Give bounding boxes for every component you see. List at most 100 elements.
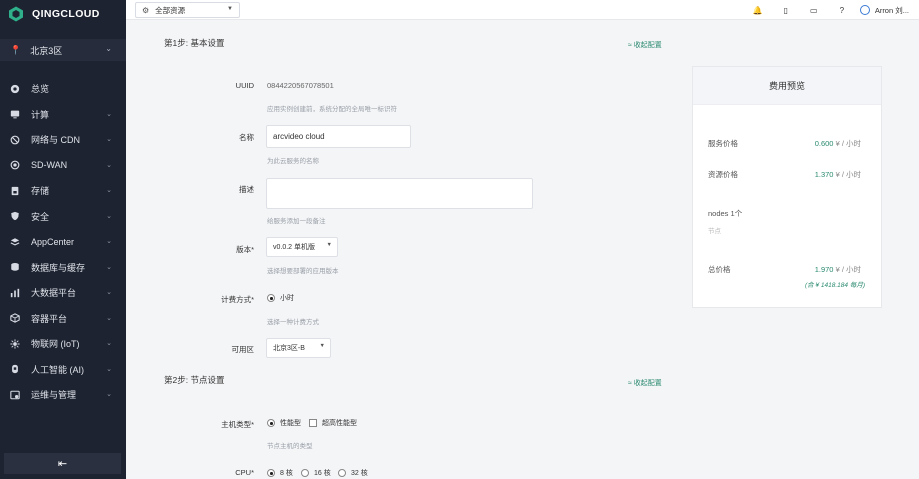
- version-hint: 选择想要部署的应用版本: [267, 268, 339, 275]
- total-price-value: 1.970 ¥ / 小时: [815, 264, 861, 275]
- resource-select-label: 全部资源: [155, 5, 186, 15]
- description-label: 描述: [239, 185, 254, 194]
- sidebar-item-label: 总览: [31, 84, 50, 95]
- host-type-radio-performance[interactable]: 性能型: [267, 418, 301, 428]
- host-type-hint: 节点主机的类型: [267, 443, 313, 450]
- resource-price-row: 资源价格 1.370 ¥ / 小时: [708, 169, 861, 180]
- document-icon[interactable]: ▯: [772, 6, 800, 15]
- cpu-radio-8[interactable]: 8 核: [267, 468, 293, 478]
- nodes-note: 节点: [708, 228, 721, 235]
- resource-select[interactable]: ⚙ 全部资源 ▼: [135, 2, 240, 18]
- cpu-radio-16[interactable]: 16 核: [301, 468, 331, 478]
- description-textarea[interactable]: [266, 178, 533, 209]
- step1-title: 第1步: 基本设置: [164, 38, 225, 48]
- service-price-unit: ¥ / 小时: [835, 139, 861, 148]
- cpu-radio-32[interactable]: 32 核: [338, 468, 368, 478]
- uuid-value: 0844220567078501: [267, 81, 334, 90]
- notification-bell-icon[interactable]: 🔔: [744, 6, 772, 15]
- sidebar: QINGCLOUD 📍 北京3区 ⌄ 总览 计算 ⌄ 网络与 CDN ⌄ SD-WAN ⌄ 存…: [0, 0, 126, 479]
- sidebar-item-iot[interactable]: 物联网 (IoT) ⌄: [0, 331, 126, 357]
- version-select[interactable]: v0.0.2 单机版 ▼: [266, 237, 338, 257]
- checkbox-icon: [309, 419, 317, 427]
- main-content: 第1步: 基本设置 ≈ 收起配置 UUID 0844220567078501 应…: [126, 20, 919, 479]
- sidebar-item-label: 安全: [31, 211, 50, 222]
- chevron-down-icon: ⌄: [106, 161, 112, 169]
- network-icon: [9, 134, 20, 145]
- total-price-amount: 1.970: [814, 265, 834, 274]
- sidebar-item-label: 人工智能 (AI): [31, 364, 84, 375]
- location-pin-icon: 📍: [10, 44, 22, 55]
- sidebar-item-label: 物联网 (IoT): [31, 339, 80, 350]
- help-icon[interactable]: ?: [828, 6, 856, 15]
- region-label: 北京3区: [30, 45, 63, 56]
- total-price-unit: ¥ / 小时: [835, 265, 861, 274]
- container-icon: [9, 313, 20, 324]
- sidebar-item-monitor[interactable]: 计算 ⌄: [0, 102, 126, 128]
- radio-selected-icon: [267, 469, 275, 477]
- step2-title: 第2步: 节点设置: [164, 375, 225, 385]
- name-hint: 为此云服务的名称: [267, 158, 319, 165]
- cost-preview-panel: 费用预览 服务价格 0.600 ¥ / 小时 资源价格 1.370 ¥ / 小时…: [692, 66, 882, 308]
- chevron-down-icon: ⌄: [106, 314, 112, 322]
- nodes-label: nodes 1个: [708, 209, 743, 218]
- host-type-checkbox-ultra[interactable]: 超高性能型: [309, 418, 357, 428]
- name-label: 名称: [239, 133, 254, 142]
- version-select-value: v0.0.2 单机版: [273, 244, 316, 251]
- sidebar-item-storage[interactable]: 存储 ⌄: [0, 178, 126, 204]
- sidebar-item-ai[interactable]: 人工智能 (AI) ⌄: [0, 357, 126, 383]
- chevron-down-icon: ⌄: [106, 263, 112, 271]
- step2-collapse-link[interactable]: ≈ 收起配置: [628, 378, 662, 388]
- cpu-option2-label: 16 核: [314, 470, 331, 477]
- service-price-amount: 0.600: [814, 139, 834, 148]
- shield-icon: [9, 211, 20, 222]
- radio-unselected-icon: [301, 469, 309, 477]
- caret-down-icon: ▼: [227, 6, 233, 12]
- collapse-icon: ⇤: [57, 458, 68, 470]
- sidebar-item-layers[interactable]: AppCenter ⌄: [0, 229, 126, 255]
- sidebar-nav: 总览 计算 ⌄ 网络与 CDN ⌄ SD-WAN ⌄ 存储 ⌄ 安全 ⌄ AppCenter ⌄ 数据库与…: [0, 76, 126, 408]
- service-price-row: 服务价格 0.600 ¥ / 小时: [708, 138, 861, 149]
- sidebar-item-label: 容器平台: [31, 313, 68, 324]
- sidebar-item-container[interactable]: 容器平台 ⌄: [0, 306, 126, 332]
- cpu-option1-label: 8 核: [280, 470, 293, 477]
- chevron-down-icon: ⌄: [106, 238, 112, 245]
- user-name: Arron 刘...: [874, 5, 909, 15]
- brand-logo[interactable]: QINGCLOUD: [0, 0, 126, 28]
- service-price-value: 0.600 ¥ / 小时: [815, 138, 861, 149]
- chevron-down-icon: ⌄: [106, 212, 112, 220]
- radio-selected-icon: [267, 419, 275, 427]
- zone-select[interactable]: 北京3区-B ▼: [266, 338, 331, 358]
- region-selector[interactable]: 📍 北京3区 ⌄: [0, 39, 126, 61]
- sidebar-item-label: 运维与管理: [31, 390, 77, 401]
- billing-label: 计费方式*: [221, 295, 254, 304]
- description-hint: 给服务添加一段备注: [267, 218, 326, 225]
- ticket-icon[interactable]: ▭: [800, 6, 828, 15]
- sidebar-item-database[interactable]: 数据库与缓存 ⌄: [0, 255, 126, 281]
- monthly-price: (合 ¥ 1418.184 每月): [805, 282, 865, 289]
- avatar: [859, 5, 870, 15]
- user-menu[interactable]: Arron 刘...: [856, 5, 919, 16]
- sidebar-item-bar-chart[interactable]: 大数据平台 ⌄: [0, 280, 126, 306]
- host-type-option2-label: 超高性能型: [322, 420, 357, 427]
- resource-price-label: 资源价格: [708, 170, 738, 179]
- sidebar-item-label: 存储: [31, 186, 50, 197]
- sidebar-item-network[interactable]: 网络与 CDN ⌄: [0, 127, 126, 153]
- sidebar-item-label: AppCenter: [31, 236, 75, 247]
- name-input[interactable]: arcvideo cloud: [266, 125, 411, 148]
- caret-down-icon: ▼: [319, 343, 325, 349]
- radio-unselected-icon: [338, 469, 346, 477]
- zone-select-value: 北京3区-B: [273, 345, 305, 352]
- sidebar-collapse-button[interactable]: ⇤: [4, 453, 121, 474]
- billing-radio-hourly[interactable]: 小时: [267, 293, 294, 303]
- step1-collapse-link[interactable]: ≈ 收起配置: [628, 40, 662, 50]
- sidebar-item-shield[interactable]: 安全 ⌄: [0, 204, 126, 230]
- total-price-label: 总价格: [708, 265, 731, 274]
- brand-name: QINGCLOUD: [32, 8, 100, 20]
- radio-selected-icon: [267, 294, 275, 302]
- version-label: 版本*: [236, 245, 254, 254]
- sidebar-item-ops[interactable]: 运维与管理 ⌄: [0, 382, 126, 408]
- sidebar-item-dashboard[interactable]: 总览: [0, 76, 126, 102]
- layers-icon: [9, 236, 20, 247]
- uuid-label: UUID: [235, 81, 254, 90]
- sidebar-item-sdwan[interactable]: SD-WAN ⌄: [0, 153, 126, 179]
